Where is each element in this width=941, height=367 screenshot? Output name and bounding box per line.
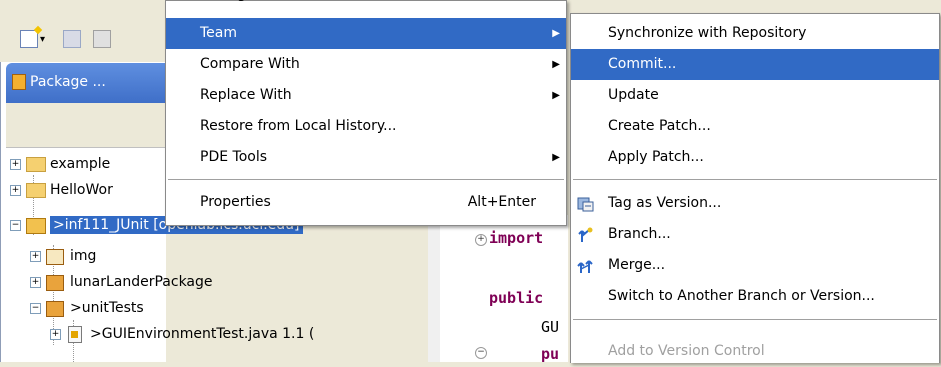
package-explorer-title: Package ... bbox=[30, 74, 106, 90]
new-dropdown-arrow-icon[interactable]: ▾ bbox=[40, 34, 45, 45]
menu-item-label: Compare With bbox=[200, 56, 300, 72]
cvs-project-icon bbox=[26, 218, 46, 234]
source-folder-icon bbox=[46, 249, 64, 265]
menu-item-label: Team bbox=[200, 25, 238, 41]
tree-item-label: >unitTests bbox=[70, 300, 144, 316]
menu-item-label: Merge... bbox=[608, 257, 666, 273]
menu-item-commit[interactable]: Commit... bbox=[571, 49, 939, 80]
print-icon[interactable] bbox=[93, 30, 111, 48]
package-icon bbox=[46, 301, 64, 317]
menu-item-label: Restore from Local History... bbox=[200, 118, 397, 134]
menu-item-label: PDE Tools bbox=[200, 149, 268, 165]
tree-item-label: img bbox=[70, 248, 97, 264]
menu-item-update[interactable]: Update bbox=[571, 80, 939, 111]
branch-icon bbox=[578, 227, 593, 242]
package-explorer-toolbar bbox=[6, 103, 166, 148]
expand-icon[interactable]: + bbox=[50, 329, 61, 340]
menu-item-debug-as[interactable]: Debug As bbox=[166, 0, 566, 5]
editor-keyword: pu bbox=[541, 345, 560, 363]
menu-item-synchronize[interactable]: Synchronize with Repository bbox=[571, 18, 939, 49]
menu-item-label: Switch to Another Branch or Version... bbox=[608, 288, 875, 304]
menu-item-restore-local-history[interactable]: Restore from Local History... bbox=[166, 111, 566, 142]
menu-separator bbox=[573, 179, 937, 180]
submenu-arrow-icon: ▶ bbox=[552, 28, 560, 39]
menu-item-label: Synchronize with Repository bbox=[608, 25, 807, 41]
menu-item-branch[interactable]: Branch... bbox=[571, 219, 939, 250]
editor-gutter bbox=[428, 215, 440, 362]
menu-item-switch-branch[interactable]: Switch to Another Branch or Version... bbox=[571, 281, 939, 312]
merge-icon bbox=[577, 260, 593, 273]
menu-item-properties[interactable]: Properties Alt+Enter bbox=[166, 187, 566, 218]
tree-item-label: lunarLanderPackage bbox=[70, 274, 213, 290]
menu-item-create-patch[interactable]: Create Patch... bbox=[571, 111, 939, 142]
menu-item-label: Create Patch... bbox=[608, 118, 711, 134]
expand-icon[interactable]: + bbox=[10, 185, 21, 196]
package-explorer-tab[interactable]: Package ... bbox=[6, 63, 166, 103]
package-icon bbox=[46, 275, 64, 291]
submenu-arrow-icon: ▶ bbox=[552, 59, 560, 70]
fold-collapse-icon[interactable]: − bbox=[475, 347, 487, 359]
menu-item-label: Replace With bbox=[200, 87, 292, 103]
menu-item-accelerator: Alt+Enter bbox=[467, 194, 536, 210]
project-folder-icon bbox=[26, 183, 46, 198]
expand-icon[interactable]: + bbox=[30, 277, 41, 288]
menu-item-add-to-version-control[interactable]: Add to Version Control bbox=[571, 336, 939, 367]
editor-keyword: import bbox=[489, 229, 544, 247]
menu-separator bbox=[168, 179, 564, 180]
java-file-icon bbox=[68, 326, 82, 343]
save-icon[interactable] bbox=[63, 30, 81, 48]
project-folder-icon bbox=[26, 157, 46, 172]
menu-item-label: Update bbox=[608, 87, 659, 103]
editor-text: GU bbox=[541, 318, 560, 336]
menu-item-label: Debug As bbox=[200, 0, 267, 10]
editor-keyword: public bbox=[489, 289, 544, 307]
tree-item-label: >GUIEnvironmentTest.java 1.1 ( bbox=[90, 326, 315, 342]
menu-item-team[interactable]: Team ▶ bbox=[166, 18, 566, 49]
menu-item-label: Add to Version Control bbox=[608, 343, 765, 359]
collapse-icon[interactable]: − bbox=[30, 303, 41, 314]
tag-icon bbox=[577, 197, 594, 212]
menu-item-tag-as-version[interactable]: Tag as Version... bbox=[571, 188, 939, 219]
context-menu: Debug As Team ▶ Compare With ▶ Replace W… bbox=[165, 0, 567, 226]
menu-item-compare-with[interactable]: Compare With ▶ bbox=[166, 49, 566, 80]
expand-icon[interactable]: + bbox=[30, 251, 41, 262]
menu-item-apply-patch[interactable]: Apply Patch... bbox=[571, 142, 939, 173]
expand-icon[interactable]: + bbox=[10, 159, 21, 170]
team-submenu: Synchronize with Repository Commit... Up… bbox=[570, 13, 940, 363]
new-wizard-icon[interactable] bbox=[20, 30, 38, 48]
menu-item-label: Properties bbox=[200, 194, 271, 210]
menu-item-label: Tag as Version... bbox=[608, 195, 722, 211]
menu-item-merge[interactable]: Merge... bbox=[571, 250, 939, 281]
menu-item-replace-with[interactable]: Replace With ▶ bbox=[166, 80, 566, 111]
menu-item-label: Commit... bbox=[608, 56, 677, 72]
menu-separator bbox=[573, 319, 937, 320]
tree-item-label: HelloWor bbox=[50, 182, 113, 198]
menu-item-pde-tools[interactable]: PDE Tools ▶ bbox=[166, 142, 566, 173]
submenu-arrow-icon: ▶ bbox=[552, 90, 560, 101]
package-explorer-icon bbox=[12, 74, 26, 90]
tree-item-label: example bbox=[50, 156, 111, 172]
collapse-icon[interactable]: − bbox=[10, 220, 21, 231]
submenu-arrow-icon: ▶ bbox=[552, 152, 560, 163]
menu-item-label: Branch... bbox=[608, 226, 671, 242]
fold-expand-icon[interactable]: + bbox=[475, 234, 487, 246]
menu-item-label: Apply Patch... bbox=[608, 149, 704, 165]
